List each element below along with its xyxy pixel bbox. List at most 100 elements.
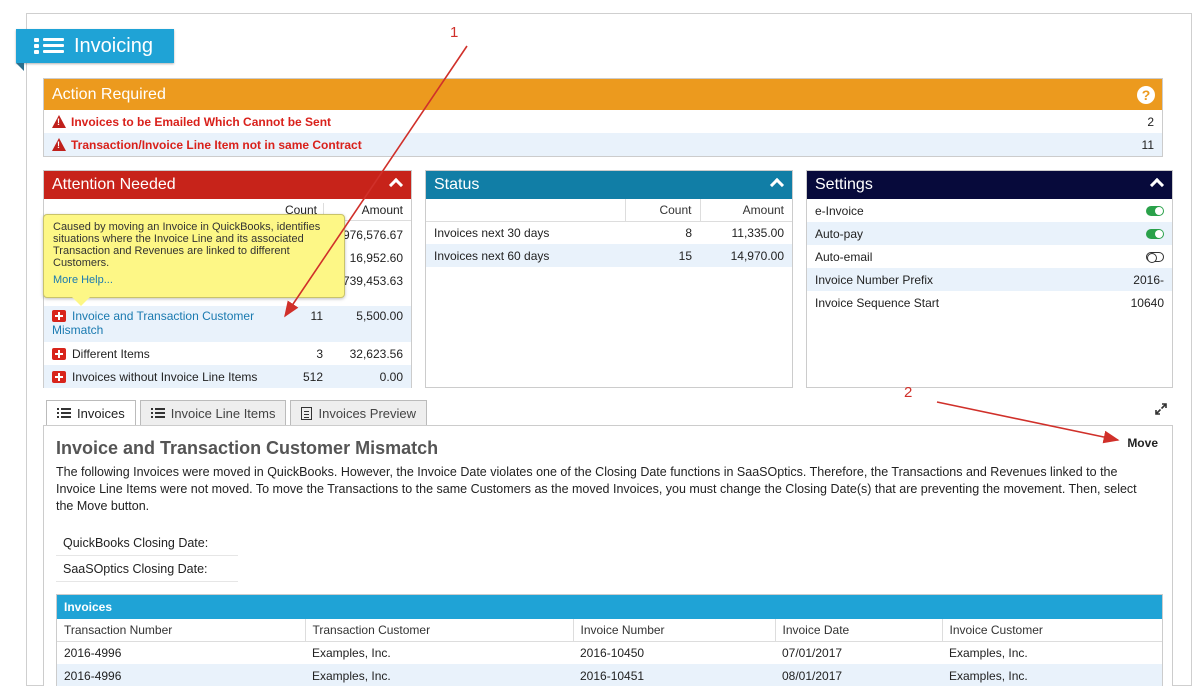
first-aid-kit-icon xyxy=(52,371,66,383)
status-row-count: 8 xyxy=(685,225,692,240)
status-row-label: Invoices next 60 days xyxy=(426,244,625,267)
attention-row-count: 512 xyxy=(302,370,323,384)
header-tab-fold xyxy=(16,63,24,71)
status-panel: Status Count Amount Invoices next 30 day… xyxy=(425,170,793,388)
setting-label: Auto-pay xyxy=(815,226,864,241)
table-cell: 2016-4996 xyxy=(64,645,122,660)
action-row[interactable]: Invoices to be Emailed Which Cannot be S… xyxy=(44,110,1162,133)
action-required-title: Action Required xyxy=(52,85,166,103)
attention-row[interactable]: Different Items 3 32,623.56 xyxy=(44,342,411,365)
amount-cell: 976,576.67 xyxy=(342,228,403,242)
e-invoice-toggle[interactable] xyxy=(1146,205,1164,216)
attention-row[interactable]: Invoice and Transaction Customer Mismatc… xyxy=(44,306,411,342)
amount-column-header: Amount xyxy=(699,199,792,222)
attention-row-count: 11 xyxy=(310,309,323,323)
help-icon[interactable]: ? xyxy=(1137,86,1155,104)
help-tooltip: Caused by moving an Invoice in QuickBook… xyxy=(43,214,345,306)
collapse-chevron-icon[interactable] xyxy=(769,177,785,193)
table-cell: 08/01/2017 xyxy=(775,664,942,686)
status-title: Status xyxy=(434,176,480,193)
collapse-chevron-icon[interactable] xyxy=(1149,177,1165,193)
status-row-label: Invoices next 30 days xyxy=(434,225,550,240)
setting-label: Invoice Number Prefix xyxy=(815,272,934,287)
table-cell: Examples, Inc. xyxy=(949,645,1028,660)
setting-label: Invoice Sequence Start xyxy=(815,295,940,310)
tab-label: Invoices Preview xyxy=(318,405,417,421)
column-header[interactable]: Invoice Number xyxy=(572,619,775,642)
column-header[interactable]: Transaction Number xyxy=(57,619,305,642)
document-icon xyxy=(301,406,313,420)
attention-row-label: Different Items xyxy=(72,347,150,361)
column-header[interactable]: Invoice Customer xyxy=(941,619,1162,642)
attention-row-amount: 5,500.00 xyxy=(356,309,403,323)
table-row[interactable]: 2016-4996 Examples, Inc. 2016-10451 08/0… xyxy=(57,664,1162,686)
table-cell: 2016-4996 xyxy=(57,664,305,686)
status-row-amount: 11,335.00 xyxy=(731,225,785,240)
more-help-link[interactable]: More Help... xyxy=(53,274,335,286)
column-header[interactable]: Invoice Date xyxy=(774,619,942,642)
attention-rows: Invoice and Transaction Customer Mismatc… xyxy=(44,306,411,388)
table-row[interactable]: 2016-4996 Examples, Inc. 2016-10450 07/0… xyxy=(57,641,1162,664)
content-tabs: Invoices Invoice Line Items Invoices Pre… xyxy=(46,400,428,426)
tab-invoices-preview[interactable]: Invoices Preview xyxy=(290,400,428,425)
setting-row-auto-email: Auto-email xyxy=(807,245,1172,268)
content-heading: Invoice and Transaction Customer Mismatc… xyxy=(56,438,439,458)
page-title: Invoicing xyxy=(74,34,153,57)
attention-row-name: Invoice and Transaction Customer Mismatc… xyxy=(52,309,283,337)
attention-row[interactable]: Invoices without Invoice Line Items 512 … xyxy=(44,365,411,388)
action-required-panel: Action Required ? Invoices to be Emailed… xyxy=(43,78,1163,157)
amount-cell: 739,453.63 xyxy=(342,274,403,288)
status-header: Status xyxy=(426,171,792,199)
status-row-count: 15 xyxy=(625,244,700,267)
hidden-amounts: 976,576.67 16,952.60 739,453.63 xyxy=(343,224,403,293)
action-row-count: 2 xyxy=(1147,114,1154,129)
list-icon xyxy=(57,408,71,419)
action-row-label[interactable]: Invoices to be Emailed Which Cannot be S… xyxy=(71,115,1147,129)
status-label-header xyxy=(426,199,625,222)
status-header-row: Count Amount xyxy=(426,199,792,222)
column-header[interactable]: Transaction Customer xyxy=(304,619,573,642)
tab-invoices[interactable]: Invoices xyxy=(46,400,136,426)
table-cell: 07/01/2017 xyxy=(782,645,843,660)
move-button[interactable]: Move xyxy=(1127,436,1158,450)
settings-panel: Settings e-Invoice Auto-pay Auto-email I… xyxy=(806,170,1173,388)
status-row[interactable]: Invoices next 60 days 15 14,970.00 xyxy=(426,244,792,267)
action-required-header: Action Required ? xyxy=(44,79,1162,110)
attention-needed-title: Attention Needed xyxy=(52,176,176,193)
mismatch-link[interactable]: Invoice and Transaction Customer Mismatc… xyxy=(52,309,254,337)
setting-row-e-invoice: e-Invoice xyxy=(807,199,1172,222)
table-cell: Examples, Inc. xyxy=(305,664,573,686)
action-row-label[interactable]: Transaction/Invoice Line Item not in sam… xyxy=(71,138,1142,152)
attention-row-name: Different Items xyxy=(52,347,283,361)
invoices-header-row: Transaction Number Transaction Customer … xyxy=(57,619,1162,642)
menu-list-icon xyxy=(34,37,64,55)
setting-row-sequence-start: Invoice Sequence Start 10640 xyxy=(807,291,1172,314)
setting-label: Auto-email xyxy=(815,249,873,264)
tab-content: Invoice and Transaction Customer Mismatc… xyxy=(43,425,1173,686)
invoices-table-panel: Invoices Transaction Number Transaction … xyxy=(56,594,1163,686)
setting-row-number-prefix: Invoice Number Prefix 2016- xyxy=(807,268,1172,291)
attention-row-label: Invoices without Invoice Line Items xyxy=(72,370,258,384)
setting-value: 2016- xyxy=(1133,272,1164,287)
status-row[interactable]: Invoices next 30 days 8 11,335.00 xyxy=(426,221,792,244)
auto-email-toggle[interactable] xyxy=(1146,251,1164,263)
status-row-amount: 14,970.00 xyxy=(700,244,792,267)
annotation-label-2: 2 xyxy=(904,384,913,401)
content-description: The following Invoices were moved in Qui… xyxy=(56,465,1137,513)
auto-pay-toggle[interactable] xyxy=(1146,228,1164,239)
table-cell: 2016-10450 xyxy=(580,645,645,660)
indent-list-icon xyxy=(150,407,165,419)
tab-invoice-line-items[interactable]: Invoice Line Items xyxy=(139,400,287,425)
invoices-table-title: Invoices xyxy=(57,595,1162,619)
tab-label: Invoice Line Items xyxy=(170,405,276,421)
setting-value: 10640 xyxy=(1130,295,1164,310)
closing-dates: QuickBooks Closing Date: SaaSOptics Clos… xyxy=(56,530,238,582)
tab-label: Invoices xyxy=(77,406,125,421)
collapse-chevron-icon[interactable] xyxy=(388,177,404,193)
page-header-tab: Invoicing xyxy=(16,29,174,63)
saasoptics-closing-date-label: SaaSOptics Closing Date: xyxy=(56,556,238,582)
action-row[interactable]: Transaction/Invoice Line Item not in sam… xyxy=(44,133,1162,156)
warning-icon xyxy=(52,115,66,128)
expand-icon[interactable] xyxy=(1155,403,1167,415)
settings-header: Settings xyxy=(807,171,1172,199)
